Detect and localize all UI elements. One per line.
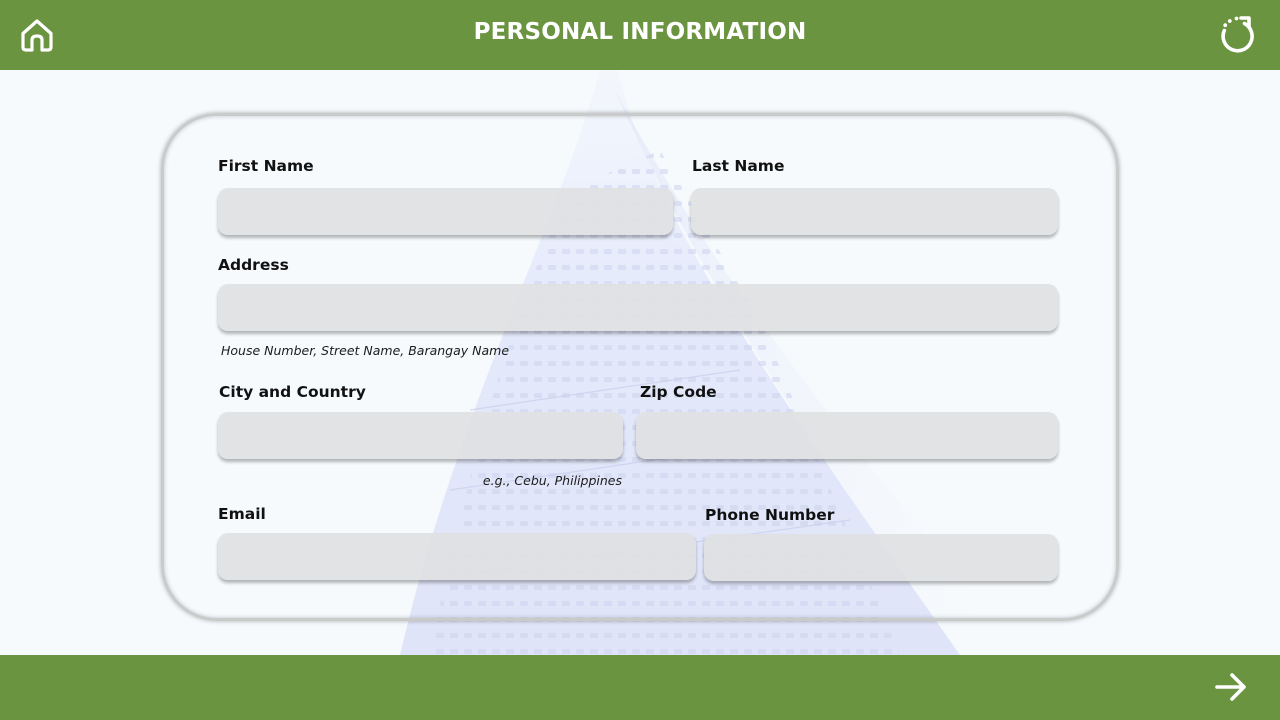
city-country-label: City and Country <box>219 383 366 401</box>
address-label: Address <box>218 256 289 274</box>
phone-number-label: Phone Number <box>705 506 835 524</box>
address-hint: House Number, Street Name, Barangay Name <box>221 343 510 358</box>
last-name-label: Last Name <box>692 157 785 175</box>
page-title: PERSONAL INFORMATION <box>473 19 807 45</box>
address-input[interactable] <box>218 284 1058 331</box>
email-label: Email <box>218 505 266 523</box>
phone-number-input[interactable] <box>704 534 1058 581</box>
refresh-icon <box>1221 16 1254 53</box>
last-name-input[interactable] <box>691 188 1058 235</box>
top-bar: PERSONAL INFORMATION <box>0 0 1280 70</box>
reset-button[interactable] <box>1216 14 1258 56</box>
city-country-hint: e.g., Cebu, Philippines <box>482 473 622 488</box>
email-input[interactable] <box>218 533 696 580</box>
first-name-input[interactable] <box>218 188 673 235</box>
arrow-right-icon <box>1215 673 1246 701</box>
next-button[interactable] <box>1212 669 1250 705</box>
first-name-label: First Name <box>218 157 314 175</box>
city-country-input[interactable] <box>218 412 623 459</box>
zip-code-input[interactable] <box>636 412 1058 459</box>
zip-code-label: Zip Code <box>640 383 717 401</box>
bottom-bar <box>0 655 1280 720</box>
